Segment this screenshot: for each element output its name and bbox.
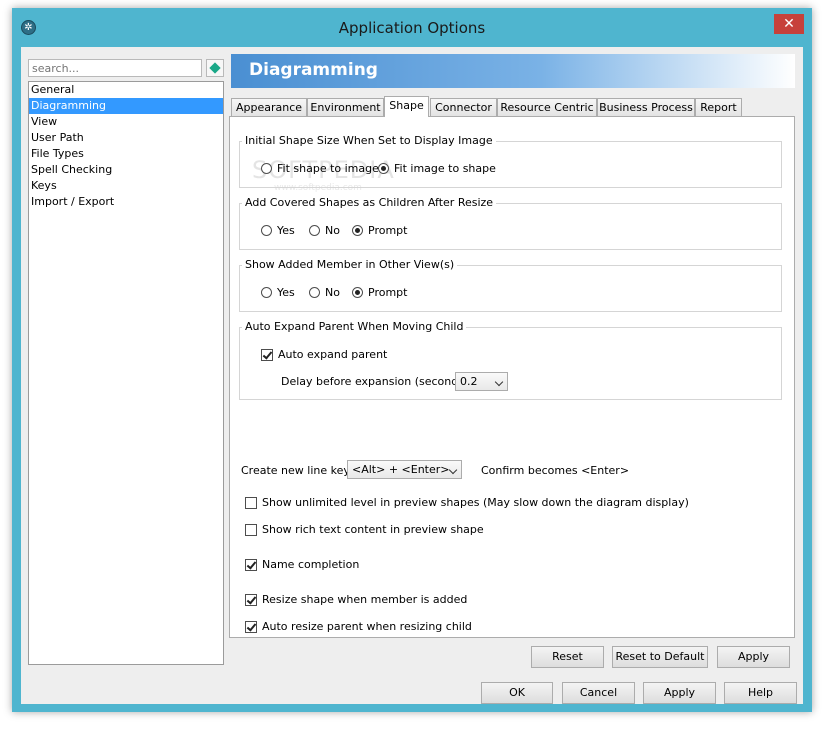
search-button[interactable]: [206, 59, 224, 77]
checkbox-label: Show unlimited level in preview shapes (…: [262, 496, 689, 509]
group-title: Initial Shape Size When Set to Display I…: [242, 134, 496, 147]
nav-item-spell-checking[interactable]: Spell Checking: [29, 162, 223, 178]
radio-label: Fit shape to image: [277, 162, 379, 175]
section-title: Diagramming: [249, 60, 378, 80]
reset-button[interactable]: Reset: [531, 646, 604, 668]
line-key-select[interactable]: <Alt> + <Enter>: [347, 460, 462, 479]
group-title: Auto Expand Parent When Moving Child: [242, 320, 467, 333]
checkbox-box: [245, 496, 257, 509]
show-unlimited-level-checkbox[interactable]: Show unlimited level in preview shapes (…: [245, 496, 689, 509]
line-key-value: <Alt> + <Enter>: [352, 463, 450, 476]
nav-item-import-export[interactable]: Import / Export: [29, 194, 223, 210]
tab-shape[interactable]: Shape: [384, 96, 429, 117]
shape-tab-panel: SOFTPEDIA www.softpedia.com Initial Shap…: [229, 116, 795, 638]
group-title: Add Covered Shapes as Children After Res…: [242, 196, 497, 209]
group-title: Show Added Member in Other View(s): [242, 258, 458, 271]
auto-expand-group: Auto Expand Parent When Moving Child Aut…: [239, 320, 782, 400]
radio-covered-yes[interactable]: Yes: [261, 224, 295, 237]
nav-item-keys[interactable]: Keys: [29, 178, 223, 194]
tab-business-process[interactable]: Business Process: [597, 98, 695, 116]
initial-shape-size-group: Initial Shape Size When Set to Display I…: [239, 134, 782, 188]
checkbox-box: [245, 620, 257, 633]
radio-label: Prompt: [368, 286, 408, 299]
radio-circle: [309, 287, 320, 298]
help-button[interactable]: Help: [724, 682, 797, 704]
radio-circle: [261, 163, 272, 174]
application-options-window: ✲ Application Options ✕ General Diagramm…: [12, 8, 812, 712]
delay-select[interactable]: 0.2: [455, 372, 508, 391]
radio-circle: [352, 225, 363, 236]
nav-item-file-types[interactable]: File Types: [29, 146, 223, 162]
category-list: General Diagramming View User Path File …: [28, 81, 224, 665]
delay-value: 0.2: [460, 375, 478, 388]
nav-item-view[interactable]: View: [29, 114, 223, 130]
radio-member-no[interactable]: No: [309, 286, 340, 299]
radio-member-yes[interactable]: Yes: [261, 286, 295, 299]
chevron-down-icon: [494, 377, 504, 387]
chevron-down-icon: [448, 465, 458, 475]
radio-label: No: [325, 224, 340, 237]
radio-covered-no[interactable]: No: [309, 224, 340, 237]
window-title: Application Options: [338, 19, 486, 37]
ok-button[interactable]: OK: [481, 682, 553, 704]
checkbox-box: [245, 558, 257, 571]
radio-circle: [378, 163, 389, 174]
checkbox-box: [245, 593, 257, 606]
confirm-text: Confirm becomes <Enter>: [481, 464, 630, 477]
tab-appearance[interactable]: Appearance: [231, 98, 307, 116]
radio-label: Prompt: [368, 224, 408, 237]
tab-connector[interactable]: Connector: [430, 98, 497, 116]
radio-circle: [261, 225, 272, 236]
radio-label: No: [325, 286, 340, 299]
covered-shapes-group: Add Covered Shapes as Children After Res…: [239, 196, 782, 250]
checkbox-label: Name completion: [262, 558, 360, 571]
radio-circle: [309, 225, 320, 236]
radio-label: Yes: [277, 286, 295, 299]
tab-environment[interactable]: Environment: [307, 98, 384, 116]
cancel-button[interactable]: Cancel: [562, 682, 635, 704]
close-icon: ✕: [783, 16, 795, 32]
checkbox-box: [261, 348, 273, 361]
panel-apply-button[interactable]: Apply: [717, 646, 790, 668]
checkbox-label: Show rich text content in preview shape: [262, 523, 484, 536]
radio-label: Yes: [277, 224, 295, 237]
nav-item-user-path[interactable]: User Path: [29, 130, 223, 146]
auto-expand-parent-checkbox[interactable]: Auto expand parent: [261, 348, 387, 361]
radio-label: Fit image to shape: [394, 162, 496, 175]
added-member-group: Show Added Member in Other View(s) Yes N…: [239, 258, 782, 312]
radio-circle: [261, 287, 272, 298]
tab-report[interactable]: Report: [695, 98, 742, 116]
checkbox-box: [245, 523, 257, 536]
title-bar[interactable]: ✲ Application Options ✕: [12, 8, 812, 47]
nav-item-diagramming[interactable]: Diagramming: [29, 98, 223, 114]
name-completion-checkbox[interactable]: Name completion: [245, 558, 359, 571]
reset-to-default-button[interactable]: Reset to Default: [612, 646, 708, 668]
radio-fit-image-to-shape[interactable]: Fit image to shape: [378, 162, 496, 175]
show-rich-text-checkbox[interactable]: Show rich text content in preview shape: [245, 523, 484, 536]
radio-member-prompt[interactable]: Prompt: [352, 286, 407, 299]
close-button[interactable]: ✕: [774, 14, 804, 34]
search-icon: [209, 62, 221, 74]
checkbox-label: Auto resize parent when resizing child: [262, 620, 472, 633]
auto-resize-parent-checkbox[interactable]: Auto resize parent when resizing child: [245, 620, 472, 633]
resize-shape-member-checkbox[interactable]: Resize shape when member is added: [245, 593, 467, 606]
checkbox-label: Auto expand parent: [278, 348, 388, 361]
section-banner: Diagramming: [231, 54, 795, 88]
dialog-apply-button[interactable]: Apply: [643, 682, 716, 704]
radio-circle: [352, 287, 363, 298]
search-input[interactable]: [28, 59, 202, 77]
radio-fit-shape-to-image[interactable]: Fit shape to image: [261, 162, 379, 175]
tab-resource-centric[interactable]: Resource Centric: [497, 98, 597, 116]
dialog-body: General Diagramming View User Path File …: [21, 47, 803, 704]
checkbox-label: Resize shape when member is added: [262, 593, 468, 606]
line-key-label: Create new line key :: [241, 464, 358, 477]
radio-covered-prompt[interactable]: Prompt: [352, 224, 407, 237]
delay-label: Delay before expansion (seconds) :: [281, 375, 476, 388]
nav-item-general[interactable]: General: [29, 82, 223, 98]
